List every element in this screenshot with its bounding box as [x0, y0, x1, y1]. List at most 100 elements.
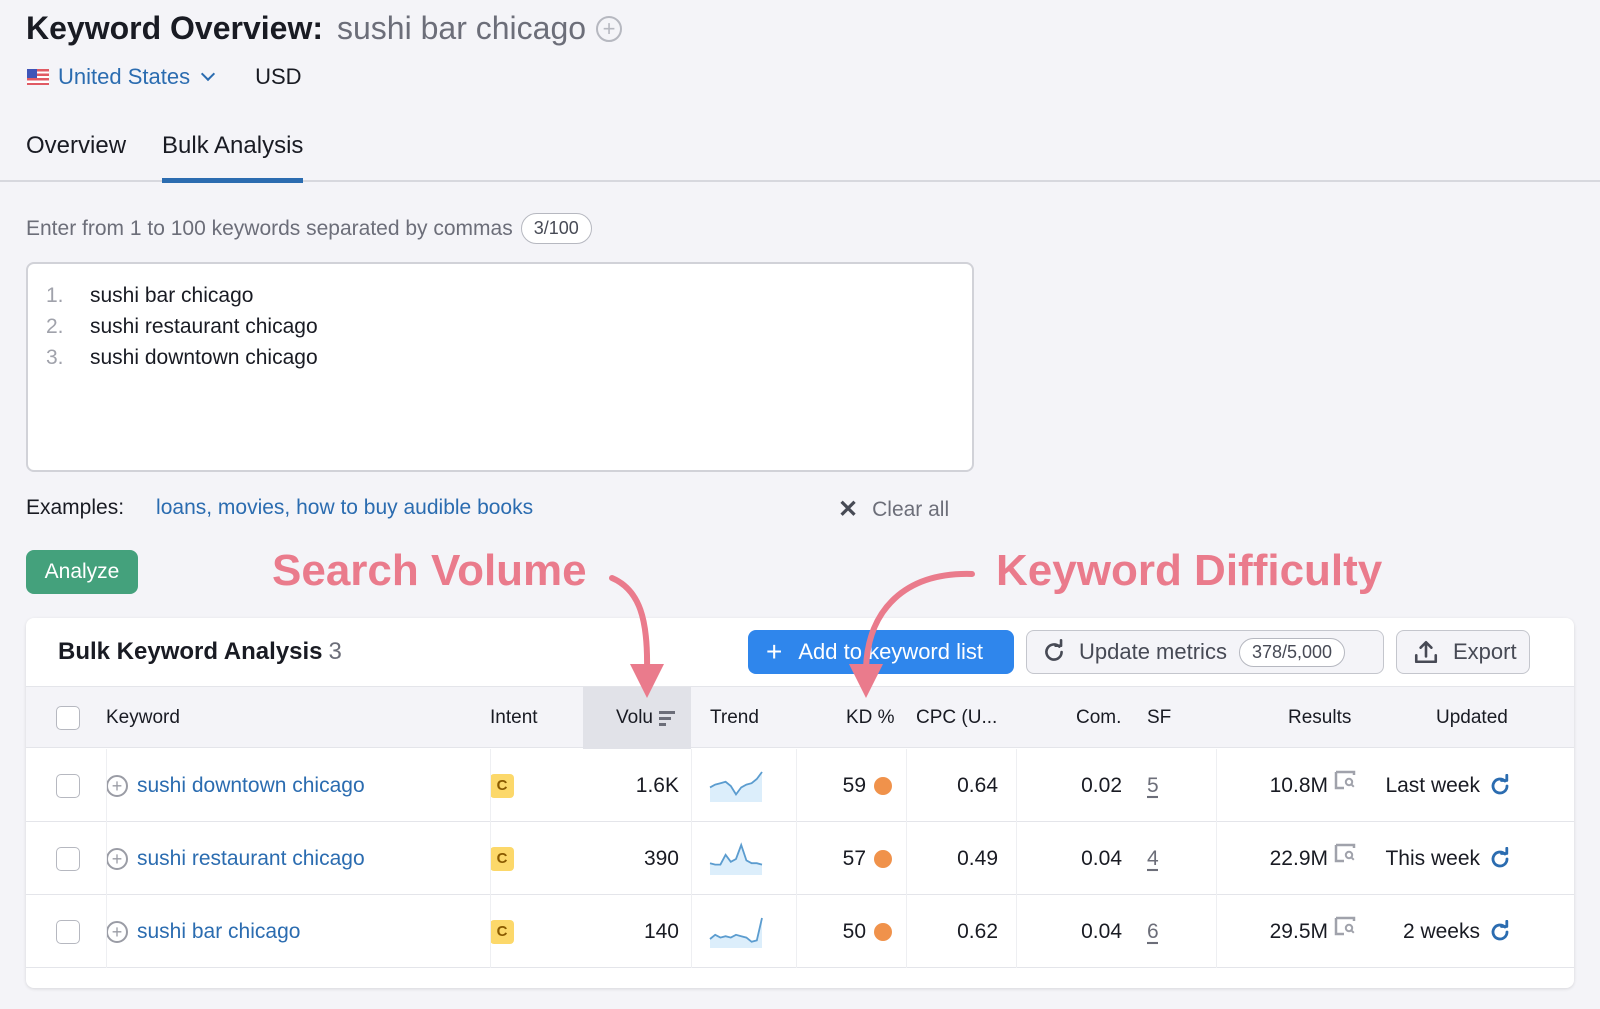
row-checkbox[interactable] [56, 846, 80, 871]
row-select-cell [56, 822, 80, 895]
row-checkbox[interactable] [56, 919, 80, 944]
serp-features-count[interactable]: 5 [1147, 774, 1159, 798]
row-checkbox[interactable] [56, 773, 80, 798]
column-results[interactable]: Results [1288, 687, 1351, 749]
select-all-cell [56, 687, 80, 749]
column-divider [1016, 749, 1017, 968]
updated-value: This week [1385, 846, 1480, 870]
line-number: 2. [46, 314, 64, 338]
select-all-checkbox[interactable] [56, 706, 80, 730]
kd-cell: 57 [816, 822, 892, 895]
row-select-cell [56, 749, 80, 822]
keyword-text: sushi bar chicago [90, 283, 254, 307]
updated-cell: Last week [1366, 749, 1512, 822]
card-title-text: Bulk Keyword Analysis [58, 638, 323, 665]
cpc-value: 0.62 [957, 919, 998, 943]
intent-badge: C [490, 919, 514, 944]
export-button[interactable]: Export [1396, 630, 1530, 674]
keyword-line: 2. sushi restaurant chicago [46, 311, 972, 342]
serp-features-count[interactable]: 6 [1147, 920, 1159, 944]
sparkline-area [710, 917, 762, 948]
plus-icon: + [766, 636, 783, 667]
column-com[interactable]: Com. [1076, 687, 1121, 749]
keywords-textarea[interactable]: 1. sushi bar chicago 2. sushi restaurant… [26, 262, 974, 472]
refresh-row-icon[interactable] [1488, 846, 1512, 871]
serp-features-count[interactable]: 4 [1147, 847, 1159, 871]
database-dropdown[interactable]: United States [58, 64, 216, 90]
line-number: 1. [46, 283, 64, 307]
volume-value: 1.6K [635, 773, 679, 797]
column-trend[interactable]: Trend [710, 687, 759, 749]
trend-sparkline [709, 770, 763, 802]
trend-sparkline [709, 917, 763, 948]
keyword-link[interactable]: sushi downtown chicago [137, 774, 365, 798]
sf-cell: 5 [1147, 749, 1159, 822]
us-flag-icon [27, 69, 49, 85]
updated-value: Last week [1385, 773, 1480, 797]
page-header: Keyword Overview: sushi bar chicago + [26, 10, 623, 47]
trend-sparkline [709, 841, 763, 875]
refresh-row-icon[interactable] [1488, 773, 1512, 798]
view-serp-icon[interactable] [1334, 916, 1356, 936]
add-to-list-icon[interactable]: + [106, 774, 128, 797]
com-value: 0.04 [1081, 919, 1122, 943]
view-serp-icon[interactable] [1334, 843, 1356, 863]
keyword-cell: + sushi restaurant chicago [106, 822, 365, 895]
examples-links[interactable]: loans, movies, how to buy audible books [156, 496, 533, 520]
column-keyword[interactable]: Keyword [106, 687, 180, 749]
hint-text: Enter from 1 to 100 keywords separated b… [26, 216, 513, 240]
examples-row: Examples: loans, movies, how to buy audi… [26, 496, 533, 520]
column-divider [106, 749, 107, 968]
table-row: + sushi downtown chicago C 1.6K 59 0.64 0.02 5 1… [26, 749, 1574, 822]
keyword-link[interactable]: sushi bar chicago [137, 920, 300, 944]
keyword-counter-badge: 3/100 [520, 213, 592, 244]
add-to-list-icon[interactable]: + [106, 847, 128, 870]
page-keyword: sushi bar chicago [337, 10, 587, 46]
update-metrics-button[interactable]: Update metrics 378/5,000 [1026, 630, 1384, 674]
kd-difficulty-dot [874, 776, 892, 795]
refresh-row-icon[interactable] [1488, 919, 1512, 944]
column-divider [1216, 749, 1217, 968]
trend-cell [708, 822, 764, 895]
view-serp-icon[interactable] [1334, 770, 1356, 790]
upload-icon [1414, 640, 1438, 664]
keyword-line: 3. sushi downtown chicago [46, 342, 972, 373]
trend-cell [708, 895, 764, 968]
keyword-link[interactable]: sushi restaurant chicago [137, 847, 365, 871]
export-label: Export [1453, 639, 1517, 664]
clear-all-button[interactable]: ✕ Clear all [838, 495, 949, 524]
table-row: + sushi bar chicago C 140 50 0.62 0.04 6 29.5M 2 … [26, 895, 1574, 968]
tab-overview[interactable]: Overview [26, 132, 126, 178]
database-selector-row: United States USD [27, 64, 302, 90]
column-intent[interactable]: Intent [490, 687, 538, 749]
column-kd[interactable]: KD % [846, 687, 895, 749]
chevron-down-icon [201, 66, 216, 82]
results-cell: 10.8M [1226, 749, 1356, 822]
results-cell: 29.5M [1226, 895, 1356, 968]
kd-cell: 50 [816, 895, 892, 968]
column-volume[interactable]: Volu [583, 687, 691, 749]
annotation-search-volume: Search Volume [272, 546, 587, 595]
add-to-keyword-list-button[interactable]: + Add to keyword list [748, 630, 1014, 674]
cpc-value: 0.49 [957, 846, 998, 870]
results-cell: 22.9M [1226, 822, 1356, 895]
column-sf[interactable]: SF [1147, 687, 1171, 749]
keyword-text: sushi downtown chicago [90, 345, 318, 369]
refresh-icon [1045, 639, 1063, 661]
card-title: Bulk Keyword Analysis 3 [58, 638, 342, 666]
annotation-keyword-difficulty: Keyword Difficulty [996, 546, 1383, 595]
sort-descending-icon [659, 710, 675, 726]
column-updated[interactable]: Updated [1436, 687, 1508, 749]
volume-value: 140 [643, 919, 679, 943]
volume-value: 390 [643, 846, 679, 870]
analyze-button[interactable]: Analyze [26, 550, 138, 594]
column-cpc[interactable]: CPC (U... [916, 687, 997, 749]
examples-label: Examples: [26, 496, 125, 519]
add-to-list-icon[interactable]: + [106, 920, 128, 943]
tab-bulk-analysis[interactable]: Bulk Analysis [162, 132, 304, 183]
add-keyword-icon[interactable]: + [596, 15, 623, 42]
table-header: Keyword Intent Volu Trend KD % CPC (U...… [26, 686, 1574, 749]
column-volume-label: Volu [616, 707, 653, 728]
kd-difficulty-dot [874, 922, 892, 941]
keyword-cell: + sushi bar chicago [106, 895, 300, 968]
